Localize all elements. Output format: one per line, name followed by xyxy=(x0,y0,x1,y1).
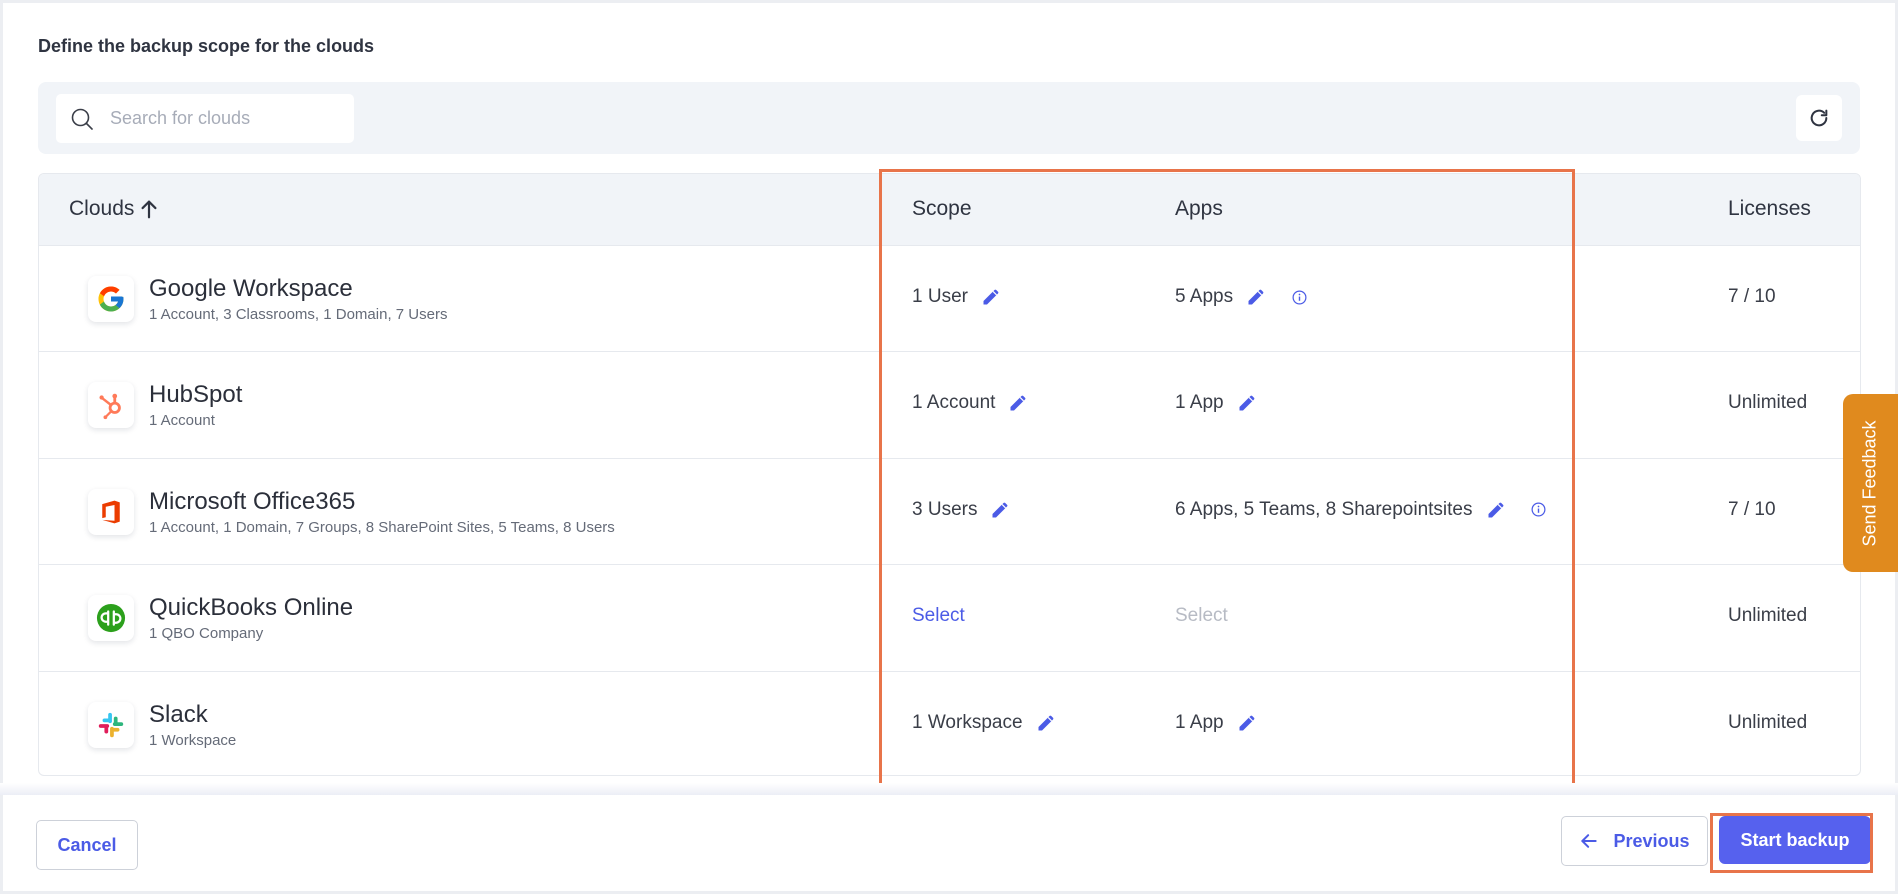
cloud-name: QuickBooks Online xyxy=(149,594,354,622)
edit-apps-button[interactable] xyxy=(1245,286,1267,308)
search-toolbar xyxy=(38,82,1860,154)
edit-scope-button[interactable] xyxy=(989,499,1011,521)
search-input[interactable] xyxy=(110,108,340,129)
column-header-scope: Scope xyxy=(912,197,972,220)
cloud-name: HubSpot xyxy=(149,381,243,409)
send-feedback-tab[interactable]: Send Feedback xyxy=(1843,394,1898,572)
pencil-icon xyxy=(983,289,999,305)
table-row: Google Workspace 1 Account, 3 Classrooms… xyxy=(39,245,1860,351)
pencil-icon xyxy=(1239,715,1254,731)
licenses-cell: 7 / 10 xyxy=(1728,286,1776,307)
apps-cell: 1 App xyxy=(1175,392,1258,414)
cancel-button[interactable]: Cancel xyxy=(36,820,138,870)
scope-value: 1 User xyxy=(912,286,968,307)
scope-value: 1 Workspace xyxy=(912,711,1023,733)
cloud-details: 1 Account, 1 Domain, 7 Groups, 8 SharePo… xyxy=(149,518,615,536)
cloud-details: 1 Account, 3 Classrooms, 1 Domain, 7 Use… xyxy=(149,306,448,323)
licenses-cell: Unlimited xyxy=(1728,711,1808,733)
send-feedback-label: Send Feedback xyxy=(1860,419,1880,547)
edit-scope-button[interactable] xyxy=(1007,392,1029,414)
licenses-cell: Unlimited xyxy=(1728,392,1808,414)
edit-apps-button[interactable] xyxy=(1236,392,1258,414)
column-header-apps: Apps xyxy=(1175,197,1223,220)
google-logo xyxy=(88,276,134,322)
search-box[interactable] xyxy=(56,94,354,143)
pencil-icon xyxy=(1038,715,1053,731)
table-row: Microsoft Office365 1 Account, 1 Domain,… xyxy=(39,457,1860,564)
scope-cell: 1 Workspace xyxy=(912,712,1057,734)
edit-apps-button[interactable] xyxy=(1485,499,1507,521)
column-header-clouds-label: Clouds xyxy=(69,197,135,220)
scope-cell: 3 Users xyxy=(912,499,1011,521)
licenses-cell: 7 / 10 xyxy=(1728,498,1776,520)
cloud-details: 1 Account xyxy=(149,412,215,430)
page-title: Define the backup scope for the clouds xyxy=(38,36,375,56)
scope-value: 3 Users xyxy=(912,498,978,520)
scope-cell: 1 User xyxy=(912,286,1002,308)
cloud-details: 1 QBO Company xyxy=(149,625,264,643)
pencil-icon xyxy=(992,502,1008,518)
info-icon xyxy=(1531,502,1546,517)
edit-apps-button[interactable] xyxy=(1236,712,1258,734)
cloud-name: Slack xyxy=(149,700,208,728)
table-row: HubSpot 1 Account 1 Account 1 App Unlimi… xyxy=(39,351,1860,457)
quickbooks-logo xyxy=(88,595,134,642)
pencil-icon xyxy=(1488,502,1503,518)
table-row: Slack 1 Workspace 1 Workspace 1 App Unli… xyxy=(39,670,1860,775)
previous-button-label: Previous xyxy=(1613,830,1690,851)
apps-cell: 5 Apps xyxy=(1175,286,1307,308)
licenses-cell: Unlimited xyxy=(1728,605,1808,627)
arrow-up-icon xyxy=(141,200,157,219)
apps-value: 5 Apps xyxy=(1175,286,1234,307)
apps-cell: Select xyxy=(1175,605,1228,627)
info-icon xyxy=(1292,290,1307,304)
cloud-name: Google Workspace xyxy=(149,275,353,302)
apps-value: 1 App xyxy=(1175,392,1224,414)
footer-bar: Cancel Previous Start backup xyxy=(3,795,1895,891)
scope-cell: 1 Account xyxy=(912,392,1029,414)
start-backup-button[interactable]: Start backup xyxy=(1719,816,1871,864)
pencil-icon xyxy=(1248,289,1264,305)
refresh-button[interactable] xyxy=(1796,95,1842,141)
cloud-details: 1 Workspace xyxy=(149,731,237,749)
table-row: QuickBooks Online 1 QBO Company Select S… xyxy=(39,564,1860,670)
clouds-table: Clouds Scope Apps Licenses Google Worksp… xyxy=(38,173,1861,776)
slack-logo xyxy=(88,701,134,748)
office365-logo xyxy=(88,488,134,535)
apps-value: 1 App xyxy=(1175,711,1224,733)
apps-value: 6 Apps, 5 Teams, 8 Sharepointsites xyxy=(1175,498,1473,520)
pencil-icon xyxy=(1239,396,1254,411)
edit-scope-button[interactable] xyxy=(1035,712,1057,734)
info-button[interactable] xyxy=(1291,289,1307,305)
apps-cell: 6 Apps, 5 Teams, 8 Sharepointsites xyxy=(1175,499,1547,521)
select-scope-link[interactable]: Select xyxy=(912,605,965,627)
footer-divider xyxy=(0,783,1898,795)
apps-cell: 1 App xyxy=(1175,712,1258,734)
arrow-left-icon xyxy=(1581,834,1598,848)
select-apps-link-disabled: Select xyxy=(1175,605,1228,627)
scope-value: 1 Account xyxy=(912,392,996,414)
cloud-name: Microsoft Office365 xyxy=(149,487,356,515)
info-button[interactable] xyxy=(1531,502,1547,518)
column-header-clouds[interactable]: Clouds xyxy=(69,197,160,221)
column-header-licenses: Licenses xyxy=(1728,197,1811,220)
refresh-icon xyxy=(1810,109,1828,127)
hubspot-logo xyxy=(88,382,134,429)
edit-scope-button[interactable] xyxy=(980,286,1002,308)
scope-cell: Select xyxy=(912,605,965,627)
pencil-icon xyxy=(1010,396,1026,411)
previous-button[interactable]: Previous xyxy=(1561,816,1708,866)
search-icon xyxy=(71,108,93,130)
table-header: Clouds Scope Apps Licenses xyxy=(39,174,1860,245)
